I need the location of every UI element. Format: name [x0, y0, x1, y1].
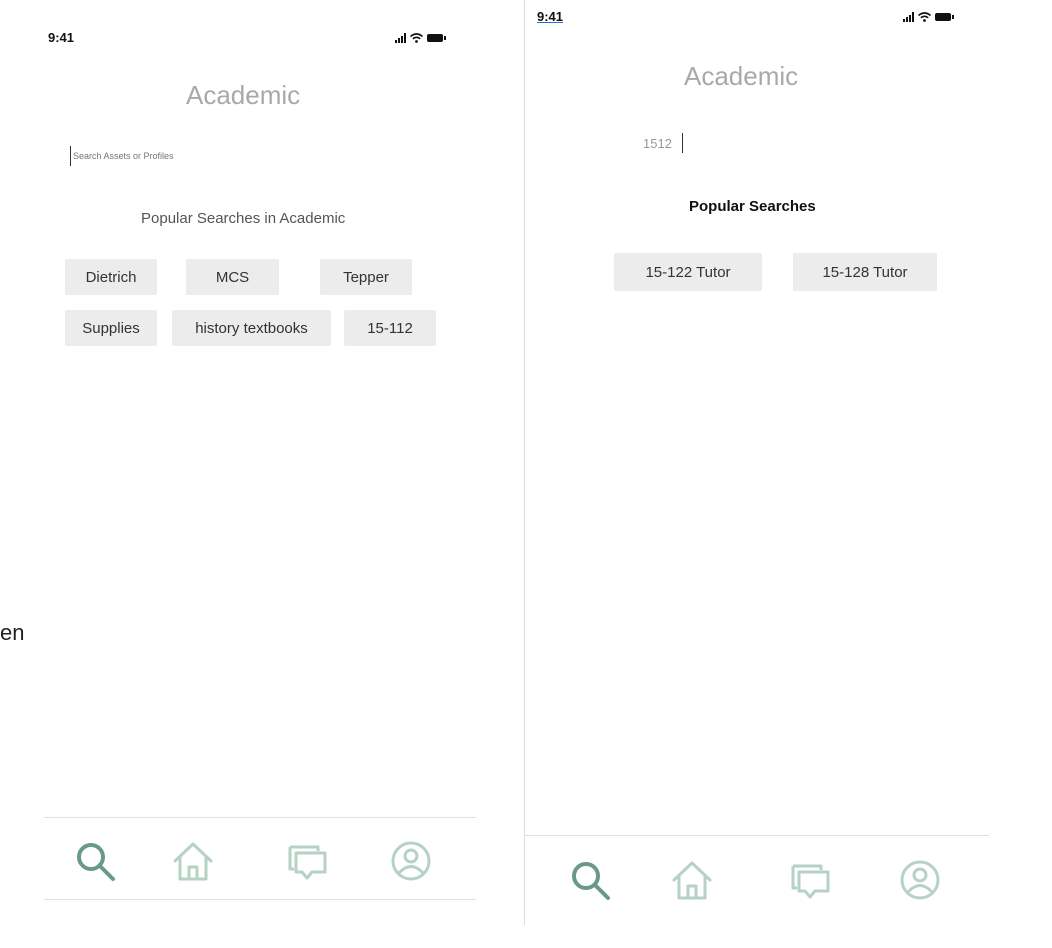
page-title: Academic [684, 61, 799, 91]
status-icons [903, 12, 954, 22]
search-chip-mcs[interactable]: MCS [186, 259, 279, 295]
status-icons [395, 33, 446, 43]
nav-home-button[interactable] [667, 855, 717, 905]
page-title: Academic [186, 80, 301, 110]
popular-searches-heading: Popular Searches in Academic [141, 210, 346, 227]
search-chip-15-112[interactable]: 15-112 [344, 310, 436, 346]
nav-home-button[interactable] [168, 836, 218, 886]
right-phone-screen: 9:41 Academic Popular Searches 15-122 Tu… [525, 0, 989, 948]
search-chip-history-textbooks[interactable]: history textbooks [172, 310, 331, 346]
home-icon [672, 861, 712, 900]
search-chip-supplies[interactable]: Supplies [65, 310, 157, 346]
nav-messages-button[interactable] [785, 855, 835, 905]
signal-icon [903, 12, 914, 22]
nav-search-button[interactable] [565, 855, 615, 905]
search-chip-15-128-tutor[interactable]: 15-128 Tutor [793, 253, 937, 291]
home-icon [173, 842, 213, 881]
chat-icon [288, 845, 327, 880]
bottom-nav-top-border [44, 817, 476, 818]
nav-messages-button[interactable] [282, 836, 332, 886]
nav-search-button[interactable] [70, 836, 120, 886]
search-input[interactable] [73, 148, 373, 164]
search-icon [77, 843, 115, 881]
canvas: en 9:41 Academic Popular Searches in Aca… [0, 0, 1052, 948]
text-cursor [682, 133, 683, 153]
status-time: 9:41 [48, 30, 75, 45]
search-input[interactable] [643, 134, 681, 152]
bottom-nav-top-border [525, 835, 989, 836]
search-chip-dietrich[interactable]: Dietrich [65, 259, 157, 295]
popular-searches-heading: Popular Searches [689, 198, 816, 215]
battery-icon [935, 13, 954, 21]
search-chip-tepper[interactable]: Tepper [320, 259, 412, 295]
wifi-icon [410, 33, 423, 43]
wifi-icon [918, 12, 931, 22]
battery-icon [427, 34, 446, 42]
status-time: 9:41 [537, 9, 564, 24]
search-icon [572, 862, 610, 900]
nav-profile-button[interactable] [895, 855, 945, 905]
profile-icon [900, 860, 940, 900]
left-phone-screen: 9:41 Academic Popular Searches in Academ… [44, 0, 476, 948]
text-cursor [70, 146, 71, 166]
signal-icon [395, 33, 406, 43]
stray-text: en [0, 620, 25, 645]
bottom-nav-bottom-border [44, 899, 476, 900]
search-chip-15-122-tutor[interactable]: 15-122 Tutor [614, 253, 762, 291]
chat-icon [791, 864, 830, 899]
nav-profile-button[interactable] [386, 836, 436, 886]
profile-icon [391, 841, 431, 881]
